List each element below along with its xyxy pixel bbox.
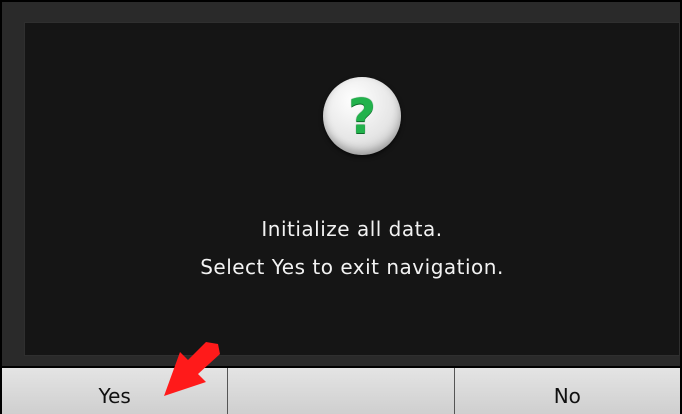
question-glyph: ?	[348, 89, 376, 145]
dialog-screen: ? Initialize all data. Select Yes to exi…	[24, 22, 680, 356]
no-button[interactable]: No	[455, 368, 680, 414]
dialog-message-line-1: Initialize all data.	[261, 217, 443, 241]
no-button-label: No	[553, 384, 581, 408]
yes-button-label: Yes	[98, 384, 131, 408]
yes-button[interactable]: Yes	[2, 368, 229, 414]
dialog-message-line-2: Select Yes to exit navigation.	[200, 255, 504, 279]
navigation-unit: ? Initialize all data. Select Yes to exi…	[0, 0, 682, 414]
question-mark-icon: ?	[323, 77, 401, 155]
blank-middle-button[interactable]	[228, 368, 455, 414]
soft-button-bar: Yes No	[2, 366, 680, 414]
